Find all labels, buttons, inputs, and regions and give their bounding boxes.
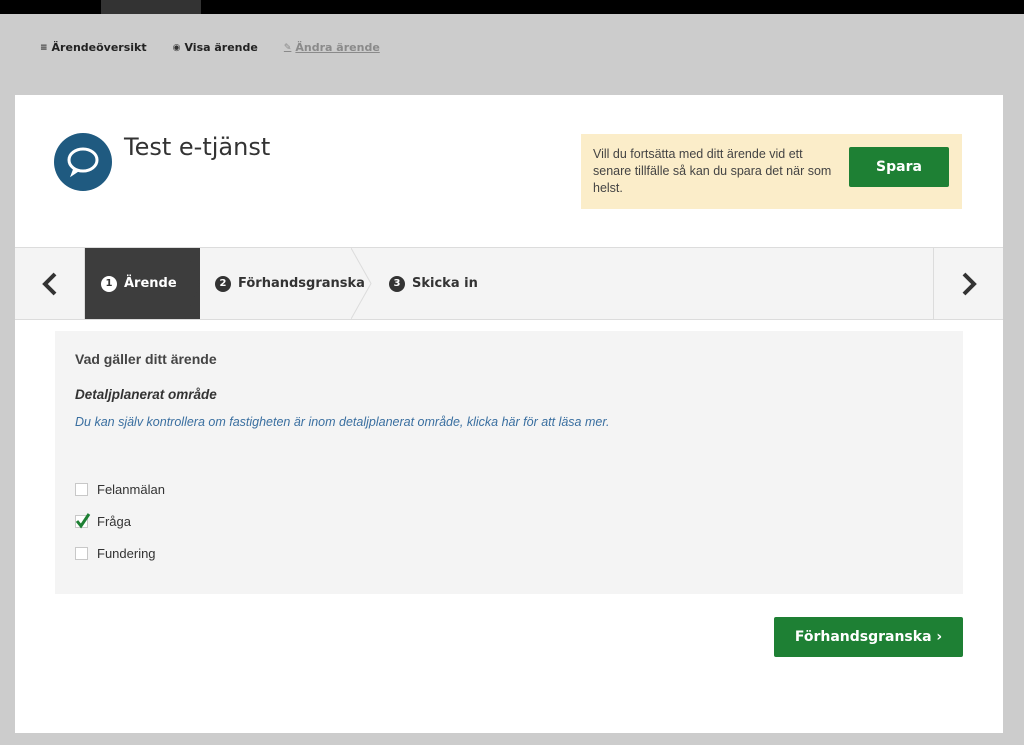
preview-next-button[interactable]: Förhandsgranska ›	[774, 617, 963, 657]
speech-bubble-icon	[54, 133, 112, 191]
active-step-arrow	[176, 248, 200, 319]
step-number: 2	[215, 275, 231, 292]
checkbox-checked[interactable]	[75, 513, 91, 529]
chevron-right-icon	[962, 272, 977, 295]
nav-link-andra-arende[interactable]: ✎ Ändra ärende	[284, 41, 380, 54]
next-step-arrow-button[interactable]	[933, 248, 1003, 319]
step-number: 1	[101, 275, 117, 292]
nav-link-label: Visa ärende	[184, 41, 258, 54]
step-skicka-in[interactable]: 3 Skicka in	[389, 248, 478, 319]
step-number: 3	[389, 275, 405, 292]
list-icon: ≡	[40, 42, 48, 53]
eye-icon: ◉	[172, 42, 181, 53]
step-separator	[351, 248, 372, 319]
nav-link-arendeoversikt[interactable]: ≡ Ärendeöversikt	[40, 41, 147, 54]
option-label: Felanmälan	[97, 482, 165, 497]
save-button[interactable]: Spara	[849, 147, 949, 187]
question-panel: Vad gäller ditt ärende Detaljplanerat om…	[55, 331, 963, 594]
step-navigation: 1 Ärende 2 Förhandsgranska 3 Skicka in	[15, 247, 1003, 320]
checkmark-icon	[75, 513, 91, 529]
step-label: Ärende	[124, 276, 177, 291]
option-felanmalan[interactable]: Felanmälan	[75, 482, 165, 497]
step-forhandsgranska[interactable]: 2 Förhandsgranska	[215, 248, 365, 319]
checkbox[interactable]	[75, 483, 88, 496]
chevron-left-icon	[41, 272, 56, 295]
question-heading: Vad gäller ditt ärende	[75, 351, 217, 367]
page-title: Test e-tjänst	[124, 133, 271, 161]
option-fraga[interactable]: Fråga	[75, 513, 131, 529]
option-fundering[interactable]: Fundering	[75, 546, 156, 561]
previous-step-button[interactable]	[15, 248, 85, 319]
nav-link-visa-arende[interactable]: ◉ Visa ärende	[173, 41, 258, 54]
help-link[interactable]: Du kan själv kontrollera om fastigheten …	[75, 415, 610, 429]
nav-link-label: Ändra ärende	[295, 41, 380, 54]
subheading: Detaljplanerat område	[75, 387, 217, 402]
save-notice: Vill du fortsätta med ditt ärende vid et…	[581, 134, 962, 209]
pencil-icon: ✎	[283, 42, 292, 53]
top-navigation: ≡ Ärendeöversikt ◉ Visa ärende ✎ Ändra ä…	[40, 41, 406, 54]
option-label: Fundering	[97, 546, 156, 561]
step-label: Förhandsgranska	[238, 276, 365, 291]
service-card: Test e-tjänst Vill du fortsätta med ditt…	[15, 95, 1003, 733]
option-label: Fråga	[97, 514, 131, 529]
nav-link-label: Ärendeöversikt	[51, 41, 147, 54]
step-label: Skicka in	[412, 276, 478, 291]
top-bar	[0, 0, 1024, 14]
top-bar-tab[interactable]	[101, 0, 201, 14]
save-notice-text: Vill du fortsätta med ditt ärende vid et…	[593, 147, 832, 195]
checkbox[interactable]	[75, 547, 88, 560]
